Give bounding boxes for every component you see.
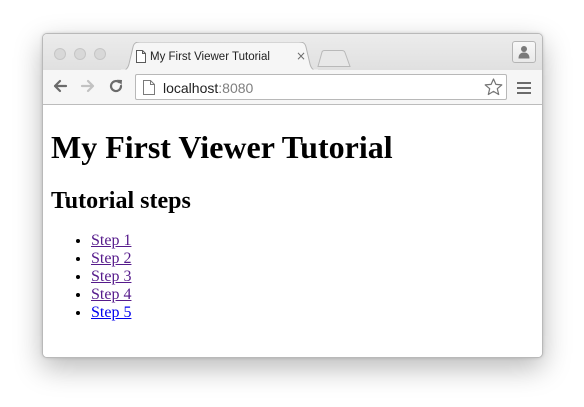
tab-strip: My First Viewer Tutorial × — [43, 34, 542, 72]
list-item: Step 1 — [91, 232, 131, 250]
browser-window: My First Viewer Tutorial × localhost:808… — [42, 33, 543, 358]
new-tab-button[interactable] — [317, 50, 351, 72]
forward-arrow-icon[interactable] — [80, 78, 96, 99]
back-arrow-icon[interactable] — [52, 78, 68, 99]
list-item: Step 5 — [91, 304, 131, 322]
url-host: localhost — [163, 80, 219, 96]
tab-title: My First Viewer Tutorial — [150, 51, 270, 63]
browser-toolbar: localhost:8080 — [43, 70, 542, 105]
list-item: Step 2 — [91, 250, 131, 268]
hamburger-menu-icon[interactable] — [517, 81, 531, 99]
step-4-link[interactable]: Step 4 — [91, 286, 131, 303]
section-heading: Tutorial steps — [51, 188, 191, 214]
step-1-link[interactable]: Step 1 — [91, 232, 131, 249]
url-port: :8080 — [218, 80, 254, 96]
page-content: My First Viewer Tutorial Tutorial steps … — [43, 105, 542, 357]
star-icon[interactable] — [484, 78, 503, 101]
profile-button[interactable] — [512, 41, 536, 63]
step-5-link[interactable]: Step 5 — [91, 304, 131, 321]
step-2-link[interactable]: Step 2 — [91, 250, 131, 267]
page-title: My First Viewer Tutorial — [51, 129, 393, 165]
address-bar[interactable]: localhost:8080 — [135, 74, 507, 100]
page-icon — [143, 80, 155, 100]
tab-close-button[interactable]: × — [296, 49, 306, 63]
list-item: Step 3 — [91, 268, 131, 286]
steps-list: Step 1 Step 2 Step 3 Step 4 Step 5 — [51, 232, 131, 322]
address-text: localhost:8080 — [163, 80, 253, 96]
minimize-window-button[interactable] — [74, 48, 86, 60]
close-window-button[interactable] — [54, 48, 66, 60]
document-icon — [136, 50, 146, 68]
list-item: Step 4 — [91, 286, 131, 304]
reload-icon[interactable] — [108, 78, 124, 99]
person-icon — [518, 46, 530, 59]
zoom-window-button[interactable] — [94, 48, 106, 60]
tab-active[interactable]: My First Viewer Tutorial × — [120, 42, 319, 71]
step-3-link[interactable]: Step 3 — [91, 268, 131, 285]
